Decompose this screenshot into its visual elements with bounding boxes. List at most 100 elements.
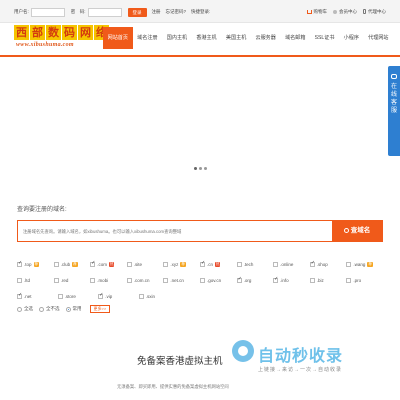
suffix-checkbox[interactable] (346, 277, 352, 283)
suffix-option[interactable]: .net (17, 292, 58, 299)
radio-select-common[interactable] (65, 306, 71, 312)
suffix-name: .com (97, 261, 107, 267)
suffix-option[interactable]: .mobi (90, 277, 127, 283)
suffix-option[interactable]: .wang 荐 (346, 261, 383, 267)
suffix-option[interactable]: .club 荐 (53, 261, 91, 267)
select-all-option[interactable]: 全选 (17, 306, 33, 312)
member-center-link[interactable]: 会员中心 (333, 9, 357, 15)
suffix-name: .online (280, 261, 294, 267)
suffix-checkbox[interactable] (236, 276, 242, 283)
suffix-badge: 荐 (180, 261, 186, 267)
suffix-checkbox[interactable] (309, 277, 315, 283)
select-all-label: 全选 (24, 306, 33, 311)
logo-char: 西 (14, 25, 29, 40)
agent-center-link[interactable]: 代理中心 (363, 9, 386, 15)
promo-subtitle: 无须备案、即买即用、提供实惠的免备案虚拟主机网站空间 (117, 384, 229, 389)
register-link[interactable]: 注册 (152, 9, 161, 15)
suffix-checkbox[interactable] (346, 261, 352, 267)
nav-item[interactable]: 小程序 (339, 27, 363, 49)
suffix-option[interactable]: .com.cn (126, 277, 164, 283)
suffix-name: .net.cn (170, 277, 184, 283)
suffix-checkbox[interactable] (53, 277, 59, 283)
online-service-float[interactable]: 在线客服 (388, 66, 400, 156)
domain-suffix-list: .top荐.club荐.com热.site.xyz荐.cn热.tech.onli… (17, 256, 383, 304)
suffix-checkbox[interactable] (17, 292, 22, 299)
suffix-option[interactable]: .red (53, 277, 91, 283)
suffix-option[interactable]: .xyz 荐 (163, 261, 200, 267)
cart-link[interactable]: 购物车 (306, 9, 327, 15)
site-logo[interactable]: 西部数码网络 www.xibushuma.com (14, 25, 109, 51)
suffix-name: .xyz (170, 261, 179, 267)
suffix-checkbox[interactable] (138, 293, 144, 299)
suffix-checkbox[interactable] (90, 260, 95, 267)
nav-item[interactable]: 域名邮箱 (280, 27, 310, 49)
suffix-option[interactable]: .vip (98, 292, 139, 299)
suffix-name: .wang (353, 261, 366, 267)
suffix-name: .gov.cn (206, 277, 222, 283)
domain-search-input[interactable] (18, 221, 334, 241)
nav-item[interactable]: 香港主机 (192, 27, 222, 49)
nav-item[interactable]: SSL证书 (310, 27, 339, 49)
search-domain-button[interactable]: 查域名 (332, 221, 382, 241)
slider-dot[interactable] (194, 167, 197, 170)
suffix-checkbox[interactable] (53, 261, 59, 267)
suffix-name: .cn (206, 261, 213, 267)
suffix-checkbox[interactable] (17, 277, 22, 283)
suffix-checkbox[interactable] (17, 260, 22, 267)
slider-dot[interactable] (199, 167, 202, 170)
suffix-option[interactable]: .top荐 (17, 260, 54, 267)
suffix-checkbox[interactable] (309, 260, 315, 267)
suffix-badge: 荐 (367, 261, 373, 267)
radio-select-all[interactable] (17, 306, 22, 312)
suffix-checkbox[interactable] (90, 277, 96, 283)
suffix-option[interactable]: .pro (346, 277, 383, 283)
quick-login-label: 快捷登录: (191, 9, 211, 14)
slider-dots (194, 167, 209, 170)
password-input[interactable] (87, 7, 122, 17)
radio-select-none[interactable] (39, 306, 44, 312)
suffix-option[interactable]: .gov.cn (199, 277, 237, 283)
suffix-option[interactable]: .sxin (138, 293, 180, 299)
slider-dot[interactable] (204, 167, 207, 170)
suffix-checkbox[interactable] (199, 277, 205, 283)
login-button[interactable]: 登录 (127, 7, 147, 17)
agent-center-label: 代理中心 (368, 9, 386, 14)
nav-item[interactable]: 域名注册 (133, 27, 163, 49)
suffix-option[interactable]: .site (126, 261, 164, 267)
suffix-option[interactable]: .shop (309, 260, 347, 267)
suffix-checkbox[interactable] (273, 276, 278, 283)
more-suffixes-button[interactable]: 更多>> (89, 305, 111, 313)
suffix-checkbox[interactable] (163, 277, 169, 283)
suffix-option[interactable]: .com热 (90, 260, 127, 267)
suffix-checkbox[interactable] (98, 292, 103, 299)
suffix-option[interactable]: .ltd (17, 277, 54, 283)
suffix-option[interactable]: .tech (236, 261, 274, 267)
suffix-checkbox[interactable] (126, 261, 132, 267)
suffix-checkbox[interactable] (236, 261, 242, 267)
suffix-option[interactable]: .cn热 (199, 260, 237, 267)
online-service-label: 在线客服 (391, 83, 397, 115)
nav-item[interactable]: 美国主机 (221, 27, 251, 49)
suffix-option[interactable]: .org (236, 276, 274, 283)
nav-item[interactable]: 代理网站 (364, 27, 394, 49)
suffix-checkbox[interactable] (163, 261, 169, 267)
nav-item[interactable]: 国内主机 (162, 27, 192, 49)
username-input[interactable] (30, 7, 65, 17)
suffix-option[interactable]: .net.cn (163, 277, 200, 283)
forgot-password-link[interactable]: 忘记密码? (166, 9, 187, 15)
suffix-option[interactable]: .info (273, 276, 310, 283)
suffix-option[interactable]: .biz (309, 277, 347, 283)
select-common-option[interactable]: 常用 (65, 306, 82, 312)
nav-item[interactable]: 网站首页 (103, 27, 133, 49)
suffix-badge: 热 (108, 261, 115, 267)
suffix-checkbox[interactable] (199, 260, 205, 267)
suffix-row: .net .store .vip .sxin (17, 288, 383, 304)
suffix-checkbox[interactable] (273, 261, 279, 267)
suffix-checkbox[interactable] (57, 293, 63, 299)
member-center-label: 会员中心 (339, 9, 357, 14)
select-none-option[interactable]: 全不选 (39, 306, 60, 312)
suffix-option[interactable]: .online (273, 261, 310, 267)
suffix-checkbox[interactable] (126, 277, 132, 283)
suffix-option[interactable]: .store (57, 293, 99, 299)
nav-item[interactable]: 云服务器 (251, 27, 281, 49)
